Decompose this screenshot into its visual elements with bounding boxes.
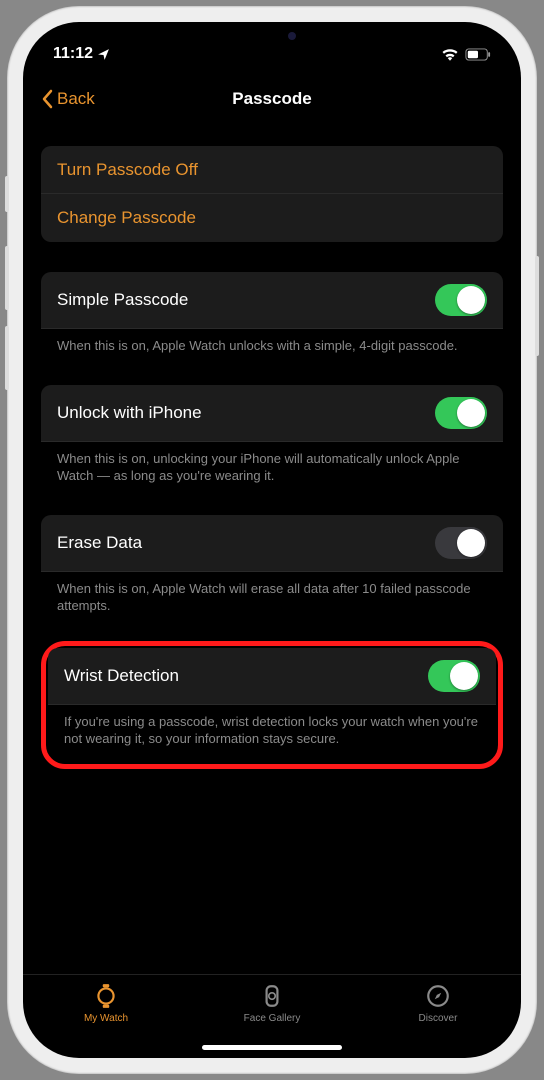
unlock-iphone-row: Unlock with iPhone xyxy=(41,385,503,442)
back-button[interactable]: Back xyxy=(41,89,95,109)
location-icon xyxy=(97,48,110,61)
tab-discover[interactable]: Discover xyxy=(355,983,521,1058)
nav-bar: Back Passcode xyxy=(23,72,521,126)
erase-data-toggle[interactable] xyxy=(435,527,487,559)
wrist-detection-footer: If you're using a passcode, wrist detect… xyxy=(48,705,496,752)
silence-switch xyxy=(5,176,9,212)
row-label: Unlock with iPhone xyxy=(57,403,202,423)
simple-passcode-group: Simple Passcode When this is on, Apple W… xyxy=(41,272,503,355)
compass-icon xyxy=(425,983,451,1009)
simple-passcode-row: Simple Passcode xyxy=(41,272,503,329)
simple-passcode-footer: When this is on, Apple Watch unlocks wit… xyxy=(41,329,503,355)
row-label: Change Passcode xyxy=(57,208,196,228)
status-time: 11:12 xyxy=(53,45,93,63)
volume-down-button xyxy=(5,326,9,390)
change-passcode-button[interactable]: Change Passcode xyxy=(41,194,503,242)
chevron-left-icon xyxy=(41,89,53,109)
row-label: Turn Passcode Off xyxy=(57,160,198,180)
turn-passcode-off-button[interactable]: Turn Passcode Off xyxy=(41,146,503,194)
home-indicator[interactable] xyxy=(202,1045,342,1050)
passcode-actions-group: Turn Passcode Off Change Passcode xyxy=(41,146,503,242)
gallery-icon xyxy=(259,983,285,1009)
notch xyxy=(167,22,377,52)
volume-up-button xyxy=(5,246,9,310)
device-frame: 11:12 Back Passcode xyxy=(7,6,537,1074)
row-label: Erase Data xyxy=(57,533,142,553)
erase-data-group: Erase Data When this is on, Apple Watch … xyxy=(41,515,503,615)
watch-icon xyxy=(93,983,119,1009)
unlock-iphone-toggle[interactable] xyxy=(435,397,487,429)
back-label: Back xyxy=(57,89,95,109)
row-label: Simple Passcode xyxy=(57,290,188,310)
wrist-detection-row: Wrist Detection xyxy=(48,648,496,705)
screen: 11:12 Back Passcode xyxy=(23,22,521,1058)
wifi-icon xyxy=(441,47,459,61)
unlock-iphone-footer: When this is on, unlocking your iPhone w… xyxy=(41,442,503,485)
content-scroll[interactable]: Turn Passcode Off Change Passcode Simple… xyxy=(23,126,521,974)
unlock-iphone-group: Unlock with iPhone When this is on, unlo… xyxy=(41,385,503,485)
wrist-detection-toggle[interactable] xyxy=(428,660,480,692)
battery-icon xyxy=(465,48,491,61)
side-button xyxy=(535,256,539,356)
wrist-detection-callout: Wrist Detection If you're using a passco… xyxy=(41,641,503,769)
row-label: Wrist Detection xyxy=(64,666,179,686)
page-title: Passcode xyxy=(232,89,311,109)
simple-passcode-toggle[interactable] xyxy=(435,284,487,316)
tab-label: My Watch xyxy=(84,1013,128,1024)
tab-label: Discover xyxy=(419,1013,458,1024)
tab-my-watch[interactable]: My Watch xyxy=(23,983,189,1058)
tab-label: Face Gallery xyxy=(244,1013,301,1024)
erase-data-footer: When this is on, Apple Watch will erase … xyxy=(41,572,503,615)
erase-data-row: Erase Data xyxy=(41,515,503,572)
